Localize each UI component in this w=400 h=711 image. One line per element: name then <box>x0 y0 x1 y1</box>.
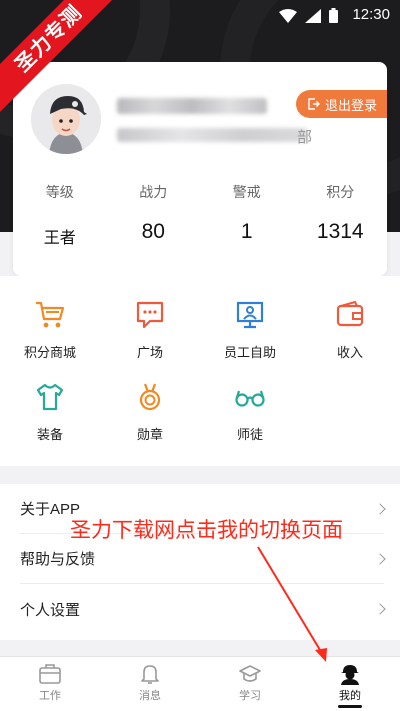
monitor-user-icon <box>236 301 264 329</box>
list-item-personal-settings[interactable]: 个人设置 <box>20 584 386 634</box>
stat-value: 1314 <box>316 220 364 243</box>
annotation-text: 圣力下载网点击我的切换页面 <box>70 519 343 542</box>
clock: 12:30 <box>352 6 390 23</box>
grid-item-equipment[interactable]: 装备 <box>0 382 100 443</box>
logout-label: 退出登录 <box>324 97 377 113</box>
list-item-label: 帮助与反馈 <box>20 551 96 568</box>
tab-work[interactable]: 工作 <box>0 657 100 711</box>
chevron-right-icon <box>374 552 386 565</box>
wifi-icon <box>279 8 297 23</box>
grid-row: 装备 勋章 师徒 <box>0 382 400 443</box>
battery-icon <box>329 8 338 23</box>
grid-item-points-mall[interactable]: 积分商城 <box>0 300 100 361</box>
list-item-label: 个人设置 <box>20 601 81 619</box>
chat-bubble-icon <box>136 301 164 329</box>
bottom-tab-bar: 工作 消息 学习 我的 <box>0 656 400 711</box>
stat-label: 战力 <box>139 184 168 200</box>
medal-icon <box>139 383 161 411</box>
grid-item-square[interactable]: 广场 <box>100 300 200 361</box>
signal-icon <box>305 8 321 23</box>
grid-item-label: 员工自助 <box>223 345 276 360</box>
grid-item-income[interactable]: 收入 <box>300 300 400 361</box>
grid-row: 积分商城 广场 员工自助 收入 <box>0 300 400 361</box>
grid-item-label: 师徒 <box>236 427 263 442</box>
chevron-right-icon <box>374 603 386 615</box>
stats-row: 等级 王者 战力 80 警戒 1 积分 1314 <box>13 182 387 248</box>
wallet-icon <box>336 300 364 327</box>
logout-button[interactable]: 退出登录 <box>295 90 387 118</box>
tab-mine[interactable]: 我的 <box>300 657 400 711</box>
graduation-cap-icon <box>239 665 261 682</box>
tab-label: 学习 <box>239 690 261 702</box>
stat-value: 80 <box>141 220 165 243</box>
shopping-cart-icon <box>36 301 65 328</box>
briefcase-icon <box>39 664 61 684</box>
tab-learning[interactable]: 学习 <box>200 657 300 711</box>
grid-item-employee-self-service[interactable]: 员工自助 <box>200 300 300 361</box>
settings-list: 关于APP 帮助与反馈 个人设置 <box>0 484 400 640</box>
feature-grid: 积分商城 广场 员工自助 收入 装备 勋章 师徒 <box>0 276 400 466</box>
profile-card: 部 退出登录 等级 王者 战力 80 警戒 1 积分 1314 <box>13 62 387 276</box>
grid-item-label: 装备 <box>36 427 63 442</box>
grid-item-medals[interactable]: 勋章 <box>100 382 200 443</box>
tab-label: 工作 <box>39 690 61 702</box>
department-suffix: 部 <box>297 129 313 146</box>
tab-label: 我的 <box>339 690 361 702</box>
stat-points: 积分 1314 <box>294 182 388 248</box>
user-icon <box>341 665 359 685</box>
tab-messages[interactable]: 消息 <box>100 657 200 711</box>
grid-item-label: 积分商城 <box>23 345 76 360</box>
stat-label: 等级 <box>45 184 74 200</box>
tshirt-icon <box>36 383 64 411</box>
cartoon-avatar-icon <box>31 84 101 154</box>
stat-power: 战力 80 <box>107 182 201 248</box>
stat-label: 警戒 <box>232 184 261 200</box>
blurred-department <box>117 128 307 142</box>
stat-value: 王者 <box>43 230 76 247</box>
grid-item-label: 收入 <box>336 345 363 360</box>
grid-item-label: 广场 <box>136 345 163 360</box>
stat-alert: 警戒 1 <box>200 182 294 248</box>
stat-label: 积分 <box>326 184 355 200</box>
logout-icon <box>308 98 320 110</box>
blurred-username <box>117 98 267 114</box>
stat-value: 1 <box>240 220 253 243</box>
tab-label: 消息 <box>139 690 161 702</box>
stat-level: 等级 王者 <box>13 182 107 248</box>
avatar[interactable] <box>31 84 101 154</box>
chevron-right-icon <box>374 502 386 515</box>
grid-item-label: 勋章 <box>136 427 163 442</box>
grid-item-mentorship[interactable]: 师徒 <box>200 382 300 443</box>
glasses-icon <box>235 390 265 407</box>
bell-icon <box>141 665 159 684</box>
